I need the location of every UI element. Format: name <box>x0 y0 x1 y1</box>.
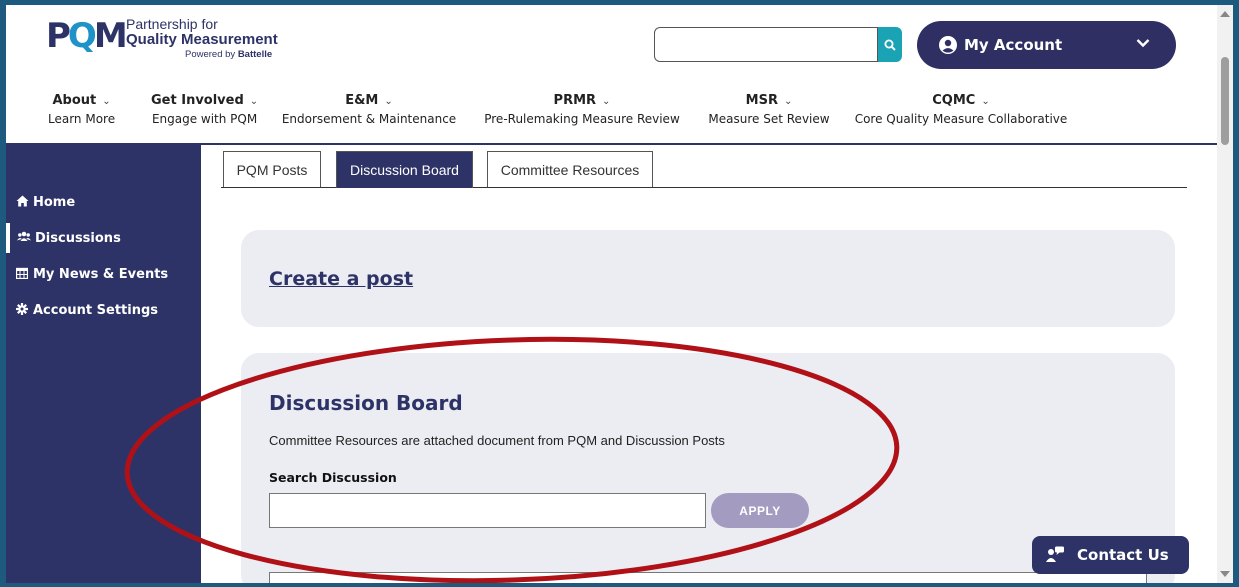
sidebar: Home Discussions My News & Events Accoun… <box>6 145 201 583</box>
tab-discussion-board[interactable]: Discussion Board <box>336 151 473 188</box>
nav-item-em[interactable]: E&M ⌄ Endorsement & Maintenance <box>275 93 463 126</box>
scroll-down-arrow-icon[interactable] <box>1220 571 1230 577</box>
discussion-board-title: Discussion Board <box>269 391 463 415</box>
tab-pqm-posts[interactable]: PQM Posts <box>223 151 321 187</box>
nav-item-msr[interactable]: MSR ⌄ Measure Set Review <box>700 93 838 126</box>
user-circle-icon <box>939 36 957 54</box>
nav-item-get-involved[interactable]: Get Involved ⌄ Engage with PQM <box>151 93 258 126</box>
discussion-results-box <box>269 572 1147 583</box>
sidebar-item-home[interactable]: Home <box>6 187 201 217</box>
scrollbar-thumb[interactable] <box>1221 57 1229 145</box>
site-search-input[interactable] <box>654 27 878 62</box>
sidebar-item-discussions[interactable]: Discussions <box>6 223 201 253</box>
chevron-down-icon: ⌄ <box>783 96 793 107</box>
chevron-down-icon: ⌄ <box>249 96 259 107</box>
sidebar-item-account-settings[interactable]: Account Settings <box>6 295 201 325</box>
calendar-icon <box>14 267 30 282</box>
home-icon <box>14 195 30 210</box>
search-discussion-input[interactable] <box>269 493 706 528</box>
chevron-down-icon: ⌄ <box>384 96 393 107</box>
create-post-link[interactable]: Create a post <box>269 268 413 290</box>
nav-item-about[interactable]: About ⌄ Learn More <box>48 93 115 126</box>
logo-line-quality-measurement: Quality Measurement <box>126 31 278 48</box>
gear-icon <box>14 302 30 318</box>
contact-us-button[interactable]: Contact Us <box>1032 536 1189 574</box>
chevron-down-icon <box>1136 39 1150 48</box>
apply-button[interactable]: APPLY <box>711 493 809 528</box>
page-scrollbar[interactable] <box>1217 5 1233 583</box>
my-account-label: My Account <box>964 36 1063 54</box>
contact-us-label: Contact Us <box>1077 546 1169 564</box>
chevron-down-icon: ⌄ <box>981 96 990 107</box>
chat-support-icon <box>1046 546 1064 562</box>
users-icon <box>16 231 32 245</box>
scroll-up-arrow-icon[interactable] <box>1220 11 1230 17</box>
pqm-logo-mark: PQM <box>46 16 128 56</box>
tab-committee-resources[interactable]: Committee Resources <box>487 151 653 187</box>
browser-viewport: PQM Partnership for Quality Measurement … <box>6 5 1233 583</box>
logo-line-partnership: Partnership for <box>126 16 218 32</box>
site-search-button[interactable] <box>878 27 902 62</box>
nav-item-prmr[interactable]: PRMR ⌄ Pre-Rulemaking Measure Review <box>478 93 686 126</box>
create-post-card: Create a post <box>241 230 1175 327</box>
discussion-board-description: Committee Resources are attached documen… <box>269 433 725 448</box>
sidebar-item-my-news-events[interactable]: My News & Events <box>6 259 201 289</box>
search-icon <box>884 39 896 51</box>
chevron-down-icon: ⌄ <box>102 96 111 107</box>
my-account-button[interactable]: My Account <box>917 21 1176 69</box>
chevron-down-icon: ⌄ <box>602 96 611 107</box>
search-discussion-label: Search Discussion <box>269 470 397 485</box>
logo-line-powered-by: Powered by Battelle <box>185 49 273 60</box>
nav-item-cqmc[interactable]: CQMC ⌄ Core Quality Measure Collaborative <box>846 93 1076 126</box>
